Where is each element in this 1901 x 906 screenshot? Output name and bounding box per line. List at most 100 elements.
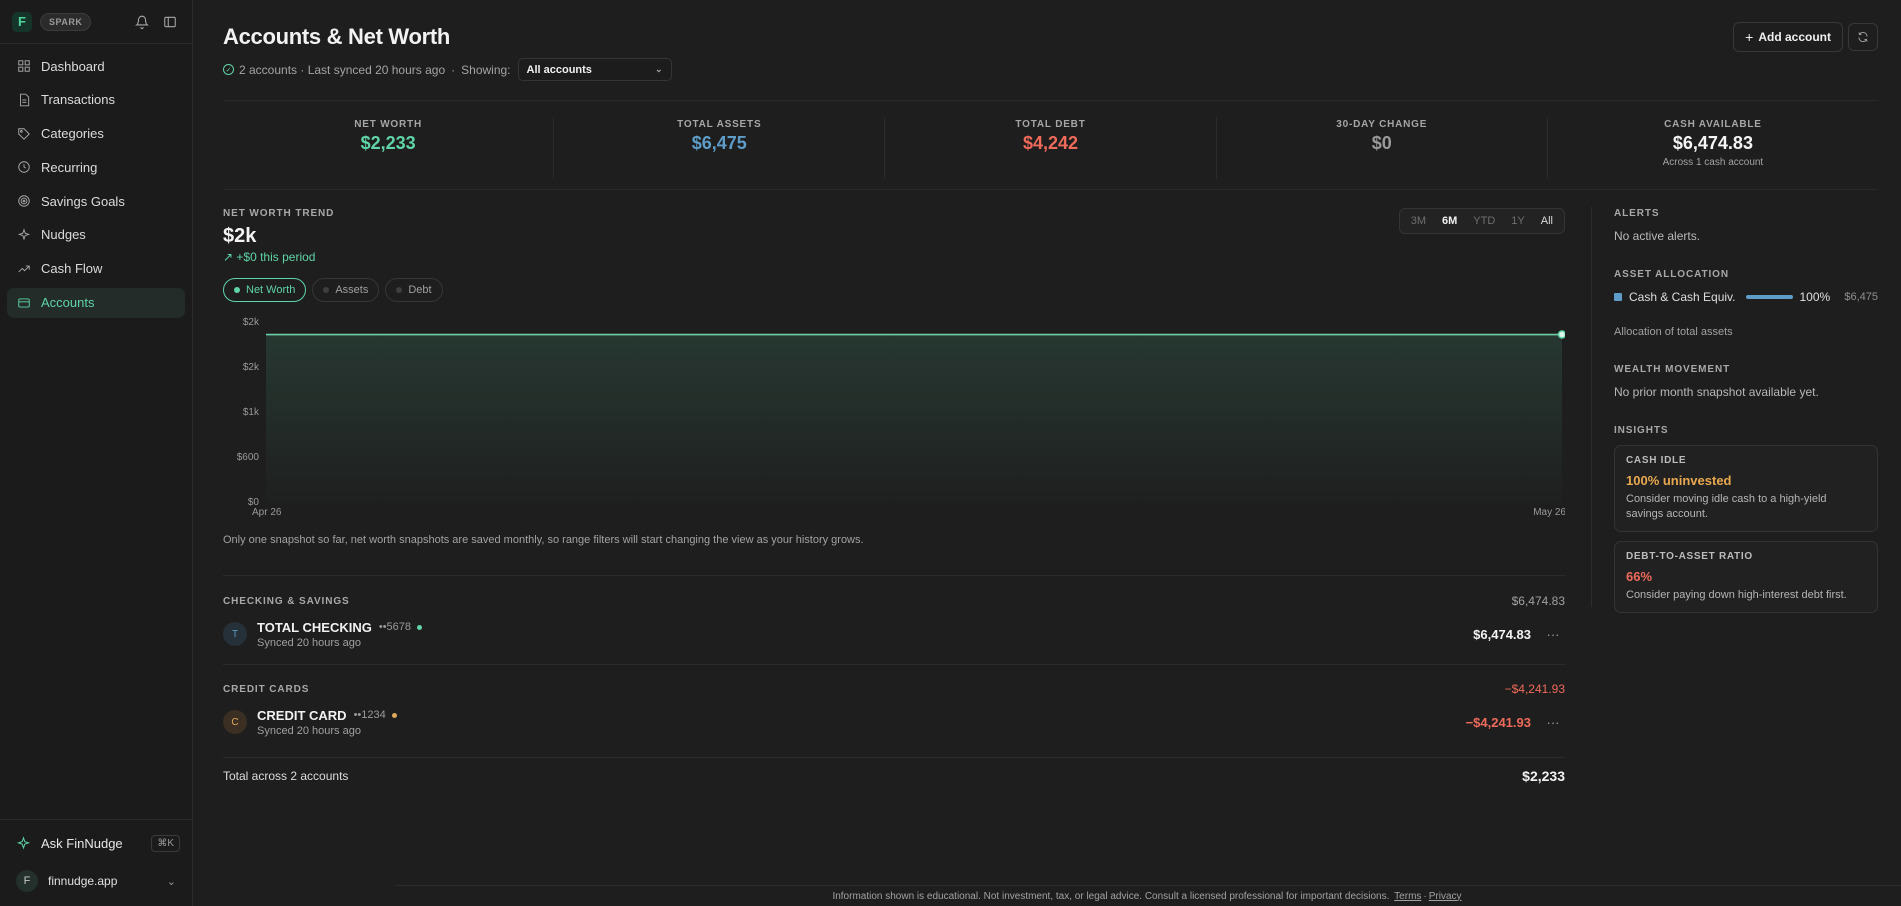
account-balance: −$4,241.93	[1465, 714, 1531, 730]
more-icon[interactable]: ···	[1541, 627, 1565, 642]
sidebar-item-label: Dashboard	[41, 58, 105, 74]
net-worth-point	[1557, 330, 1565, 339]
sidebar-header: F SPARK	[0, 0, 192, 44]
chart-svg: $0$600$1k$2k$2kApr 26 May 26	[237, 317, 1565, 518]
bell-icon[interactable]	[132, 12, 152, 32]
privacy-link[interactable]: Privacy	[1429, 891, 1462, 902]
plan-badge: SPARK	[40, 12, 92, 31]
allocation-note: Allocation of total assets	[1614, 326, 1733, 338]
series-toggles: Net Worth Assets Debt	[223, 278, 1565, 302]
disclaimer-footer: Information shown is educational. Not in…	[395, 885, 1901, 906]
showing-label: Showing:	[461, 62, 511, 77]
sidebar-item-recurring[interactable]: Recurring	[7, 152, 185, 182]
tag-icon	[18, 127, 30, 140]
account-mask: ••1234	[353, 709, 386, 721]
net-worth-area	[266, 334, 1562, 502]
checking-savings-section: CHECKING & SAVINGS $6,474.83 T TOTAL CHE…	[223, 590, 1565, 654]
stat-net-worth: NET WORTH $2,233	[223, 117, 553, 179]
legend-dot	[234, 287, 240, 293]
sidebar-item-cash-flow[interactable]: Cash Flow	[7, 254, 185, 284]
account-row-checking[interactable]: T TOTAL CHECKING ••5678 Synced 20 hours …	[223, 614, 1565, 654]
sidebar: F SPARK Dashboard Transactions Categorie…	[0, 0, 193, 906]
account-info: TOTAL CHECKING ••5678 Synced 20 hours ag…	[257, 620, 423, 649]
status-dot	[391, 712, 397, 718]
range-ytd[interactable]: YTD	[1465, 211, 1503, 231]
insight-title: DEBT-TO-ASSET RATIO	[1626, 551, 1753, 562]
disclaimer-text: Information shown is educational. Not in…	[832, 890, 1390, 902]
sidebar-item-label: Transactions	[41, 92, 115, 108]
sidebar-toggle-icon[interactable]	[160, 12, 180, 32]
y-tick-label: $2k	[243, 317, 260, 328]
range-1y[interactable]: 1Y	[1503, 211, 1532, 231]
toggle-assets[interactable]: Assets	[312, 278, 380, 302]
insight-value: 100% uninvested	[1626, 473, 1732, 488]
toggle-net-worth[interactable]: Net Worth	[223, 278, 307, 302]
trend-icon	[18, 265, 30, 273]
sidebar-item-label: Nudges	[41, 227, 86, 243]
stat-value: $6,475	[691, 133, 747, 153]
trend-up-icon: ↗	[223, 250, 234, 264]
stat-label: 30-DAY CHANGE	[1336, 119, 1428, 130]
sidebar-item-transactions[interactable]: Transactions	[7, 85, 185, 115]
more-icon[interactable]: ···	[1541, 715, 1565, 730]
sparkle-icon	[16, 835, 31, 849]
sidebar-item-accounts[interactable]: Accounts	[7, 287, 185, 318]
sidebar-item-label: Accounts	[41, 295, 95, 311]
sidebar-item-label: Cash Flow	[41, 261, 103, 277]
account-name-wrap: TOTAL CHECKING ••5678	[257, 620, 423, 635]
account-row-credit[interactable]: C CREDIT CARD ••1234 Synced 20 hours ago…	[223, 702, 1565, 742]
org-name: finnudge.app	[48, 874, 118, 888]
account-name-wrap: CREDIT CARD ••1234	[257, 708, 397, 723]
range-3m[interactable]: 3M	[1403, 211, 1434, 231]
summary-stats: NET WORTH $2,233 TOTAL ASSETS $6,475 TOT…	[223, 100, 1878, 190]
toggle-debt[interactable]: Debt	[385, 278, 443, 302]
refresh-button[interactable]	[1848, 23, 1878, 51]
account-info: CREDIT CARD ••1234 Synced 20 hours ago	[257, 708, 397, 737]
allocation-name: Cash & Cash Equiv.	[1629, 290, 1736, 304]
wealth-text: No prior month snapshot available yet.	[1614, 385, 1819, 399]
insight-value: 66%	[1626, 569, 1653, 584]
account-mask: ••5678	[378, 621, 412, 633]
terms-link[interactable]: Terms	[1394, 891, 1421, 902]
stat-value: $2,233	[360, 133, 416, 153]
account-sync: Synced 20 hours ago	[257, 724, 361, 737]
sidebar-footer: Ask FinNudge ⌘K F finnudge.app ⌄	[0, 819, 192, 906]
sidebar-item-nudges[interactable]: Nudges	[7, 220, 185, 250]
stat-label: TOTAL ASSETS	[677, 119, 762, 130]
right-panel: ALERTS No active alerts. ASSET ALLOCATIO…	[1614, 208, 1878, 613]
account-filter-select[interactable]: All accounts ⌄	[517, 58, 672, 81]
allocation-value: $6,475	[1844, 291, 1878, 303]
stat-cash-available: CASH AVAILABLE $6,474.83 Across 1 cash a…	[1546, 117, 1878, 179]
toggle-label: Net Worth	[246, 284, 296, 296]
legend-dot	[396, 287, 403, 293]
add-account-button[interactable]: + Add account	[1733, 22, 1843, 52]
alerts-label: ALERTS	[1614, 208, 1660, 219]
sync-status-text: 2 accounts · Last synced 20 hours ago	[239, 62, 446, 77]
footer-separator: ·	[1423, 890, 1427, 902]
sidebar-item-categories[interactable]: Categories	[7, 119, 185, 149]
stat-30-day-change: 30-DAY CHANGE $0	[1215, 117, 1547, 179]
add-account-label: Add account	[1758, 30, 1831, 44]
account-balance: $6,474.83	[1473, 626, 1531, 642]
sidebar-item-dashboard[interactable]: Dashboard	[7, 51, 185, 81]
app-logo[interactable]: F	[12, 11, 32, 32]
section-header: CHECKING & SAVINGS $6,474.83	[223, 590, 1565, 612]
credit-cards-section: CREDIT CARDS −$4,241.93 C CREDIT CARD ••…	[223, 678, 1565, 742]
sidebar-item-savings-goals[interactable]: Savings Goals	[7, 186, 185, 216]
separator-dot: ·	[451, 62, 456, 77]
chevron-down-icon: ⌄	[654, 64, 663, 74]
section-title: CREDIT CARDS	[223, 683, 310, 695]
stat-label: TOTAL DEBT	[1015, 119, 1086, 130]
ask-finnudge-button[interactable]: Ask FinNudge ⌘K	[12, 830, 180, 856]
stat-total-assets: TOTAL ASSETS $6,475	[553, 117, 884, 179]
account-avatar: T	[223, 622, 247, 646]
sidebar-item-label: Categories	[41, 126, 104, 142]
divider	[223, 757, 1565, 758]
legend-dot	[323, 287, 330, 293]
range-all[interactable]: All	[1533, 211, 1561, 231]
org-switcher[interactable]: F finnudge.app ⌄	[12, 866, 180, 896]
range-6m[interactable]: 6M	[1434, 211, 1465, 231]
document-icon	[20, 93, 30, 107]
insight-text: Consider moving idle cash to a high-yiel…	[1626, 493, 1827, 520]
account-sync: Synced 20 hours ago	[257, 636, 361, 649]
